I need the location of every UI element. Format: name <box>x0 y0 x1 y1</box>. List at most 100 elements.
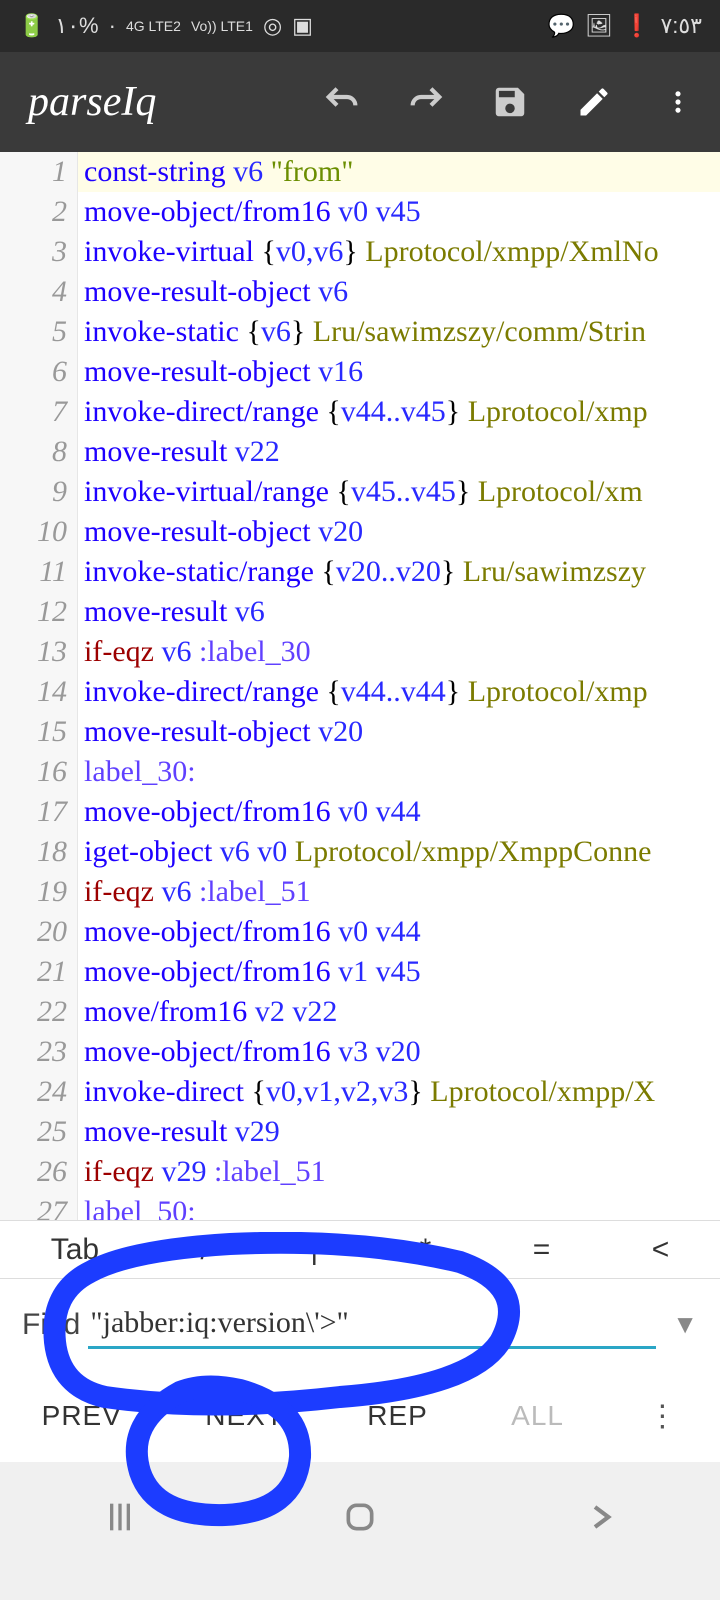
line-number: 25 <box>0 1112 78 1152</box>
symbol-key[interactable]: * <box>402 1233 450 1267</box>
code-line[interactable]: 8move-result v22 <box>0 432 720 472</box>
code-line[interactable]: 16label_30: <box>0 752 720 792</box>
back-button[interactable] <box>572 1489 628 1545</box>
line-number: 12 <box>0 592 78 632</box>
code-content: label_50: <box>78 1192 196 1220</box>
code-content: label_30: <box>78 752 196 792</box>
code-line[interactable]: 23move-object/from16 v3 v20 <box>0 1032 720 1072</box>
line-number: 23 <box>0 1032 78 1072</box>
code-content: invoke-static/range {v20..v20} Lru/sawim… <box>78 552 646 592</box>
line-number: 11 <box>0 552 78 592</box>
replace-button[interactable]: REP <box>367 1400 428 1432</box>
line-number: 17 <box>0 792 78 832</box>
code-line[interactable]: 1const-string v6 "from" <box>0 152 720 192</box>
code-content: invoke-virtual/range {v45..v45} Lprotoco… <box>78 472 643 512</box>
code-line[interactable]: 17move-object/from16 v0 v44 <box>0 792 720 832</box>
code-content: move-result-object v16 <box>78 352 363 392</box>
all-button[interactable]: ALL <box>511 1400 564 1432</box>
line-number: 2 <box>0 192 78 232</box>
symbol-key[interactable]: < <box>634 1233 688 1267</box>
line-number: 9 <box>0 472 78 512</box>
hotspot-icon: ◎ <box>263 13 282 39</box>
code-line[interactable]: 25move-result v29 <box>0 1112 720 1152</box>
prev-button[interactable]: PREV <box>42 1400 122 1432</box>
code-line[interactable]: 2move-object/from16 v0 v45 <box>0 192 720 232</box>
redo-button[interactable] <box>406 82 446 122</box>
code-line[interactable]: 12move-result v6 <box>0 592 720 632</box>
message-icon: 💬 <box>548 13 575 39</box>
find-bar: Find ▼ <box>0 1278 720 1370</box>
recents-button[interactable] <box>92 1489 148 1545</box>
line-number: 18 <box>0 832 78 872</box>
find-actions: PREV NEXT REP ALL ⋮ <box>0 1370 720 1462</box>
cast-icon: ▣ <box>292 13 313 39</box>
line-number: 22 <box>0 992 78 1032</box>
code-content: move-object/from16 v3 v20 <box>78 1032 421 1072</box>
code-content: move-result v22 <box>78 432 280 472</box>
signal-1: 4G LTE2 <box>126 18 181 34</box>
battery-icon: 🔋 <box>18 13 45 39</box>
symbol-row: Tab / | * = < <box>0 1220 720 1278</box>
symbol-key[interactable]: Tab <box>33 1233 117 1267</box>
code-content: move-object/from16 v0 v44 <box>78 792 421 832</box>
code-line[interactable]: 14invoke-direct/range {v44..v44} Lprotoc… <box>0 672 720 712</box>
home-button[interactable] <box>332 1489 388 1545</box>
code-line[interactable]: 5invoke-static {v6} Lru/sawimzszy/comm/S… <box>0 312 720 352</box>
edit-button[interactable] <box>574 82 614 122</box>
symbol-key[interactable]: | <box>292 1233 336 1267</box>
app-toolbar: parseIq <box>0 52 720 152</box>
code-line[interactable]: 21move-object/from16 v1 v45 <box>0 952 720 992</box>
code-content: move-result-object v20 <box>78 512 363 552</box>
code-line[interactable]: 13if-eqz v6 :label_30 <box>0 632 720 672</box>
code-content: invoke-virtual {v0,v6} Lprotocol/xmpp/Xm… <box>78 232 659 272</box>
code-line[interactable]: 9invoke-virtual/range {v45..v45} Lprotoc… <box>0 472 720 512</box>
code-line[interactable]: 11invoke-static/range {v20..v20} Lru/saw… <box>0 552 720 592</box>
line-number: 5 <box>0 312 78 352</box>
line-number: 8 <box>0 432 78 472</box>
line-number: 21 <box>0 952 78 992</box>
code-content: if-eqz v29 :label_51 <box>78 1152 326 1192</box>
warning-icon: ❗ <box>623 13 650 39</box>
code-line[interactable]: 4move-result-object v6 <box>0 272 720 312</box>
code-content: move-object/from16 v1 v45 <box>78 952 421 992</box>
code-line[interactable]: 27label_50: <box>0 1192 720 1220</box>
code-line[interactable]: 19if-eqz v6 :label_51 <box>0 872 720 912</box>
android-nav-bar <box>0 1462 720 1572</box>
more-button[interactable] <box>658 82 698 122</box>
signal-2: Vo)) LTE1 <box>191 18 253 34</box>
code-content: invoke-direct/range {v44..v44} Lprotocol… <box>78 672 648 712</box>
undo-button[interactable] <box>322 82 362 122</box>
find-input[interactable] <box>88 1300 656 1349</box>
line-number: 20 <box>0 912 78 952</box>
line-number: 14 <box>0 672 78 712</box>
code-content: invoke-direct/range {v44..v45} Lprotocol… <box>78 392 648 432</box>
code-content: move-result-object v6 <box>78 272 348 312</box>
line-number: 15 <box>0 712 78 752</box>
symbol-key[interactable]: / <box>183 1233 227 1267</box>
code-line[interactable]: 20move-object/from16 v0 v44 <box>0 912 720 952</box>
code-line[interactable]: 6move-result-object v16 <box>0 352 720 392</box>
code-line[interactable]: 3invoke-virtual {v0,v6} Lprotocol/xmpp/X… <box>0 232 720 272</box>
line-number: 1 <box>0 152 78 192</box>
line-number: 24 <box>0 1072 78 1112</box>
code-line[interactable]: 7invoke-direct/range {v44..v45} Lprotoco… <box>0 392 720 432</box>
code-content: move-object/from16 v0 v45 <box>78 192 421 232</box>
code-line[interactable]: 22move/from16 v2 v22 <box>0 992 720 1032</box>
code-line[interactable]: 24invoke-direct {v0,v1,v2,v3} Lprotocol/… <box>0 1072 720 1112</box>
line-number: 7 <box>0 392 78 432</box>
code-editor[interactable]: 1const-string v6 "from"2move-object/from… <box>0 152 720 1220</box>
line-number: 13 <box>0 632 78 672</box>
code-content: if-eqz v6 :label_51 <box>78 872 311 912</box>
symbol-key[interactable]: = <box>515 1233 569 1267</box>
code-line[interactable]: 18iget-object v6 v0 Lprotocol/xmpp/XmppC… <box>0 832 720 872</box>
find-dropdown[interactable]: ▼ <box>656 1310 698 1340</box>
code-content: invoke-static {v6} Lru/sawimzszy/comm/St… <box>78 312 646 352</box>
save-button[interactable] <box>490 82 530 122</box>
code-line[interactable]: 10move-result-object v20 <box>0 512 720 552</box>
find-more-button[interactable]: ⋮ <box>647 1399 678 1434</box>
code-line[interactable]: 26if-eqz v29 :label_51 <box>0 1152 720 1192</box>
code-line[interactable]: 15move-result-object v20 <box>0 712 720 752</box>
next-button[interactable]: NEXT <box>205 1400 284 1432</box>
code-content: move/from16 v2 v22 <box>78 992 337 1032</box>
code-content: move-result v29 <box>78 1112 280 1152</box>
